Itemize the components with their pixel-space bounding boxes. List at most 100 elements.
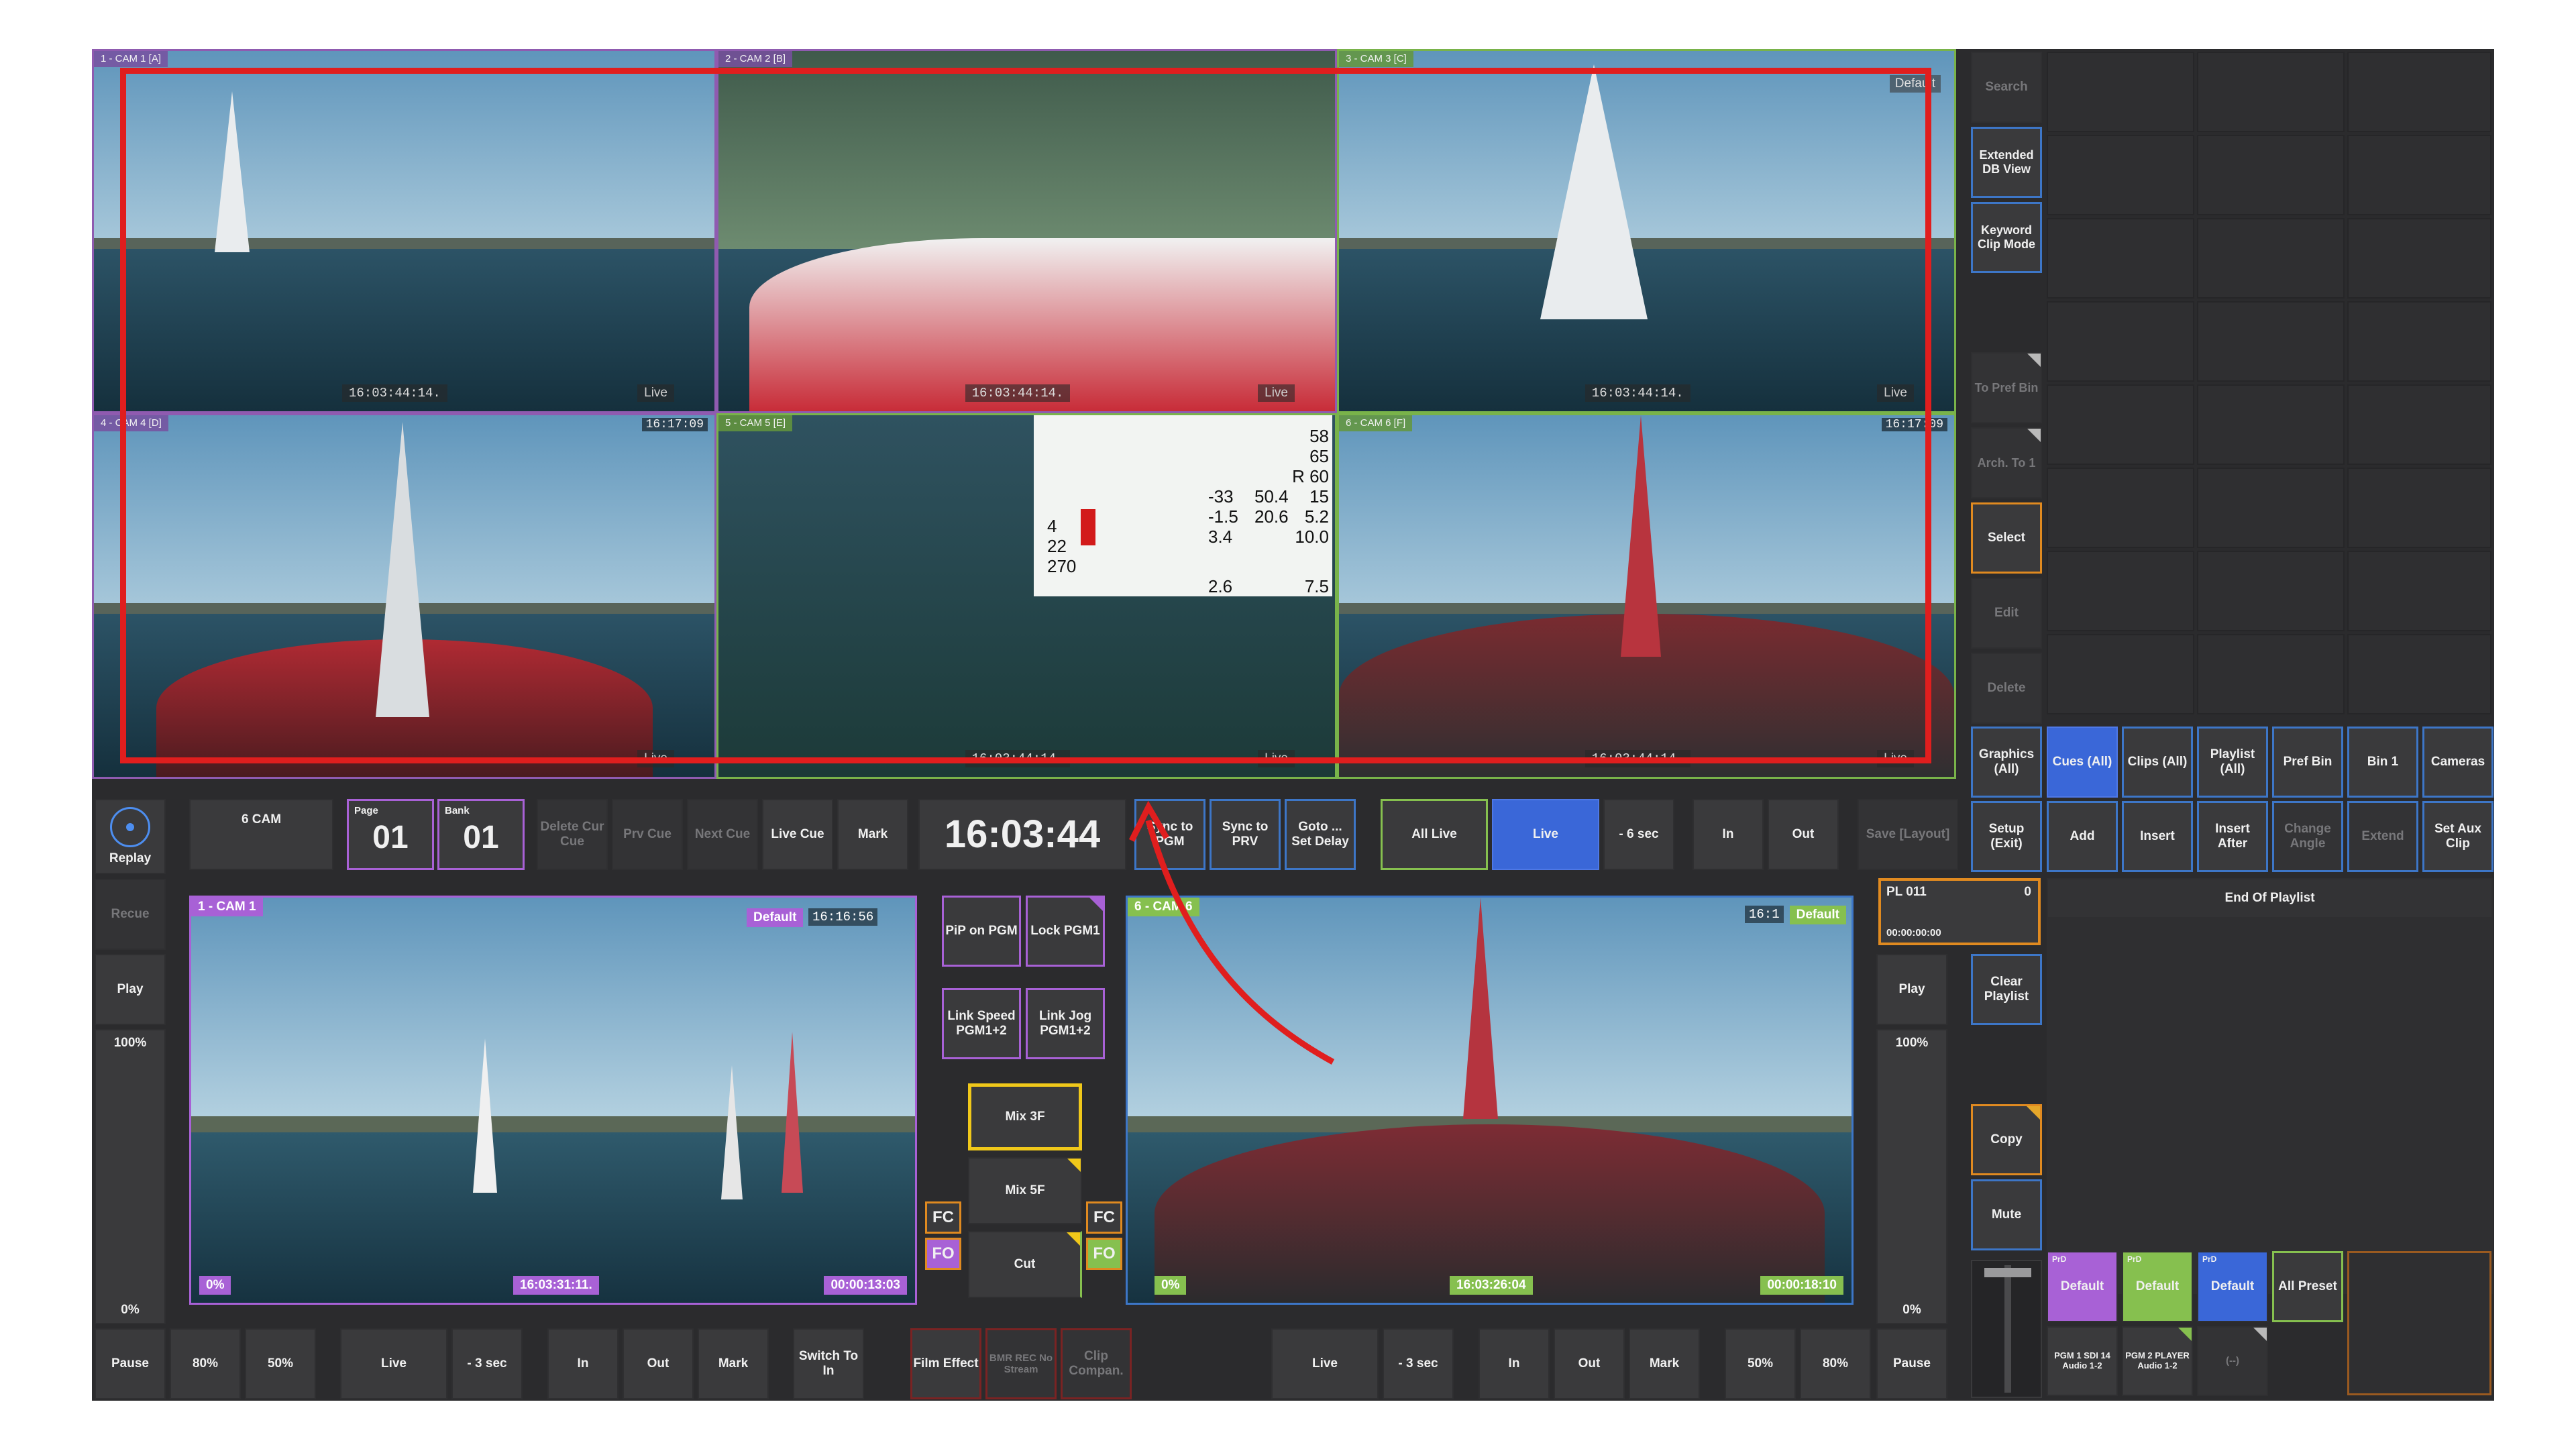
minus-6-sec-button[interactable]: - 6 sec [1603, 799, 1674, 870]
bin-bin-1[interactable]: Bin 1 [2347, 727, 2418, 798]
preset-default-2[interactable]: PrD Default [2122, 1251, 2193, 1322]
pip-on-pgm-button[interactable]: PiP on PGM [942, 896, 1021, 967]
arch-to-1-button[interactable]: Arch. To 1 [1971, 427, 2042, 498]
grid-cell[interactable] [2347, 384, 2491, 465]
live-button[interactable]: Live [1492, 799, 1599, 870]
grid-cell[interactable] [2347, 218, 2491, 299]
play-button-pgm2[interactable]: Play [1876, 954, 1947, 1025]
speed-50-button-pgm2[interactable]: 50% [1725, 1328, 1796, 1399]
speed-80-button-pgm1[interactable]: 80% [170, 1328, 241, 1399]
to-pref-bin-button[interactable]: To Pref Bin [1971, 352, 2042, 423]
replay-button[interactable]: Replay [95, 799, 166, 874]
change-angle-button[interactable]: Change Angle [2272, 801, 2343, 872]
playlist-slot[interactable]: PL 011 0 00:00:00:00 [1878, 878, 2041, 945]
grid-cell[interactable] [2047, 218, 2194, 299]
grid-cell[interactable] [2047, 135, 2194, 215]
mix-5f-button[interactable]: Mix 5F [968, 1157, 1082, 1224]
grid-cell[interactable] [2347, 551, 2491, 631]
minus-3-sec-button-pgm2[interactable]: - 3 sec [1383, 1328, 1454, 1399]
in-button[interactable]: In [1693, 799, 1764, 870]
film-effect-button[interactable]: Film Effect [910, 1328, 981, 1399]
grid-cell[interactable] [2047, 52, 2194, 132]
live-button-pgm2[interactable]: Live [1271, 1328, 1379, 1399]
speed-50-button-pgm1[interactable]: 50% [245, 1328, 316, 1399]
next-cue-button[interactable]: Next Cue [687, 799, 758, 870]
grid-cell[interactable] [2347, 135, 2491, 215]
live-cue-button[interactable]: Live Cue [762, 799, 833, 870]
in-button-pgm2[interactable]: In [1479, 1328, 1550, 1399]
insert-after-button[interactable]: Insert After [2197, 801, 2268, 872]
grid-cell[interactable] [2197, 52, 2345, 132]
out-button[interactable]: Out [1768, 799, 1839, 870]
all-live-button[interactable]: All Live [1381, 799, 1488, 870]
mix-3f-button[interactable]: Mix 3F [968, 1083, 1082, 1150]
end-of-playlist-row[interactable]: End Of Playlist [2047, 878, 2493, 918]
setup-exit-button[interactable]: Setup (Exit) [1971, 801, 2042, 872]
grid-cell[interactable] [2047, 384, 2194, 465]
pause-button-pgm1[interactable]: Pause [95, 1328, 166, 1399]
play-button-pgm1[interactable]: Play [95, 954, 166, 1025]
page-selector[interactable]: Page 01 [347, 799, 434, 870]
all-preset-button[interactable]: All Preset [2272, 1251, 2343, 1322]
bin-cues-all[interactable]: Cues (All) [2047, 727, 2118, 798]
fo-pgm1-button[interactable]: FO [925, 1238, 961, 1270]
minus-3-sec-button-pgm1[interactable]: - 3 sec [451, 1328, 523, 1399]
grid-cell[interactable] [2197, 384, 2345, 465]
bin-playlist-all[interactable]: Playlist (All) [2197, 727, 2268, 798]
grid-cell[interactable] [2347, 52, 2491, 132]
speed-fader-pgm2[interactable]: 100% 0% [1876, 1029, 1947, 1324]
add-button[interactable]: Add [2047, 801, 2118, 872]
out-button-pgm2[interactable]: Out [1554, 1328, 1625, 1399]
grid-cell[interactable] [2197, 551, 2345, 631]
grid-cell[interactable] [2047, 301, 2194, 382]
bmr-rec-button[interactable]: BMR REC No Stream [985, 1328, 1057, 1399]
cam-count-button[interactable]: 6 CAM [189, 799, 333, 870]
extended-db-view-button[interactable]: Extended DB View [1971, 127, 2042, 198]
pgm1-monitor[interactable]: 1 - CAM 1 Default 16:16:56 0% 16:03:31:1… [189, 896, 917, 1305]
in-button-pgm1[interactable]: In [547, 1328, 619, 1399]
speed-80-button-pgm2[interactable]: 80% [1800, 1328, 1871, 1399]
keyword-clip-mode-button[interactable]: Keyword Clip Mode [1971, 202, 2042, 273]
fc-pgm2-button[interactable]: FC [1086, 1201, 1122, 1234]
grid-cell[interactable] [2197, 634, 2345, 714]
mark-button-pgm2[interactable]: Mark [1629, 1328, 1700, 1399]
delete-button[interactable]: Delete [1971, 653, 2042, 724]
preset-default-3[interactable]: PrD Default [2197, 1251, 2268, 1322]
cut-button[interactable]: Cut [968, 1231, 1082, 1298]
grid-cell[interactable] [2047, 551, 2194, 631]
audio-fader[interactable] [1971, 1260, 2042, 1398]
grid-cell[interactable] [2347, 301, 2491, 382]
link-speed-button[interactable]: Link Speed PGM1+2 [942, 988, 1021, 1059]
preset-empty-slot[interactable] [2347, 1251, 2491, 1395]
grid-cell[interactable] [2197, 301, 2345, 382]
grid-cell[interactable] [2197, 135, 2345, 215]
search-button[interactable]: Search [1971, 52, 2042, 123]
fc-pgm1-button[interactable]: FC [925, 1201, 961, 1234]
fo-pgm2-button[interactable]: FO [1086, 1238, 1122, 1270]
audio-source-2[interactable]: PGM 2 PLAYER Audio 1-2 [2122, 1326, 2193, 1396]
copy-button[interactable]: Copy [1971, 1104, 2042, 1175]
mark-button-pgm1[interactable]: Mark [698, 1328, 769, 1399]
grid-cell[interactable] [2197, 468, 2345, 548]
mute-button[interactable]: Mute [1971, 1179, 2042, 1250]
insert-button[interactable]: Insert [2122, 801, 2193, 872]
bin-pref-bin[interactable]: Pref Bin [2272, 727, 2343, 798]
pause-button-pgm2[interactable]: Pause [1876, 1328, 1947, 1399]
edit-button[interactable]: Edit [1971, 578, 2042, 649]
bin-cameras[interactable]: Cameras [2422, 727, 2493, 798]
audio-source-1[interactable]: PGM 1 SDI 14 Audio 1-2 [2047, 1326, 2118, 1396]
bin-graphics-all[interactable]: Graphics (All) [1971, 727, 2042, 798]
speed-fader-pgm1[interactable]: 100% 0% [95, 1029, 166, 1324]
grid-cell[interactable] [2347, 634, 2491, 714]
grid-cell[interactable] [2047, 468, 2194, 548]
audio-source-3[interactable]: (--) [2197, 1326, 2268, 1396]
grid-cell[interactable] [2347, 468, 2491, 548]
recue-button[interactable]: Recue [95, 879, 166, 950]
prv-cue-button[interactable]: Prv Cue [612, 799, 683, 870]
live-button-pgm1[interactable]: Live [340, 1328, 447, 1399]
out-button-pgm1[interactable]: Out [623, 1328, 694, 1399]
bank-selector[interactable]: Bank 01 [437, 799, 525, 870]
select-button[interactable]: Select [1971, 502, 2042, 574]
delete-cue-button[interactable]: Delete Cur Cue [537, 799, 608, 870]
bin-clips-all[interactable]: Clips (All) [2122, 727, 2193, 798]
